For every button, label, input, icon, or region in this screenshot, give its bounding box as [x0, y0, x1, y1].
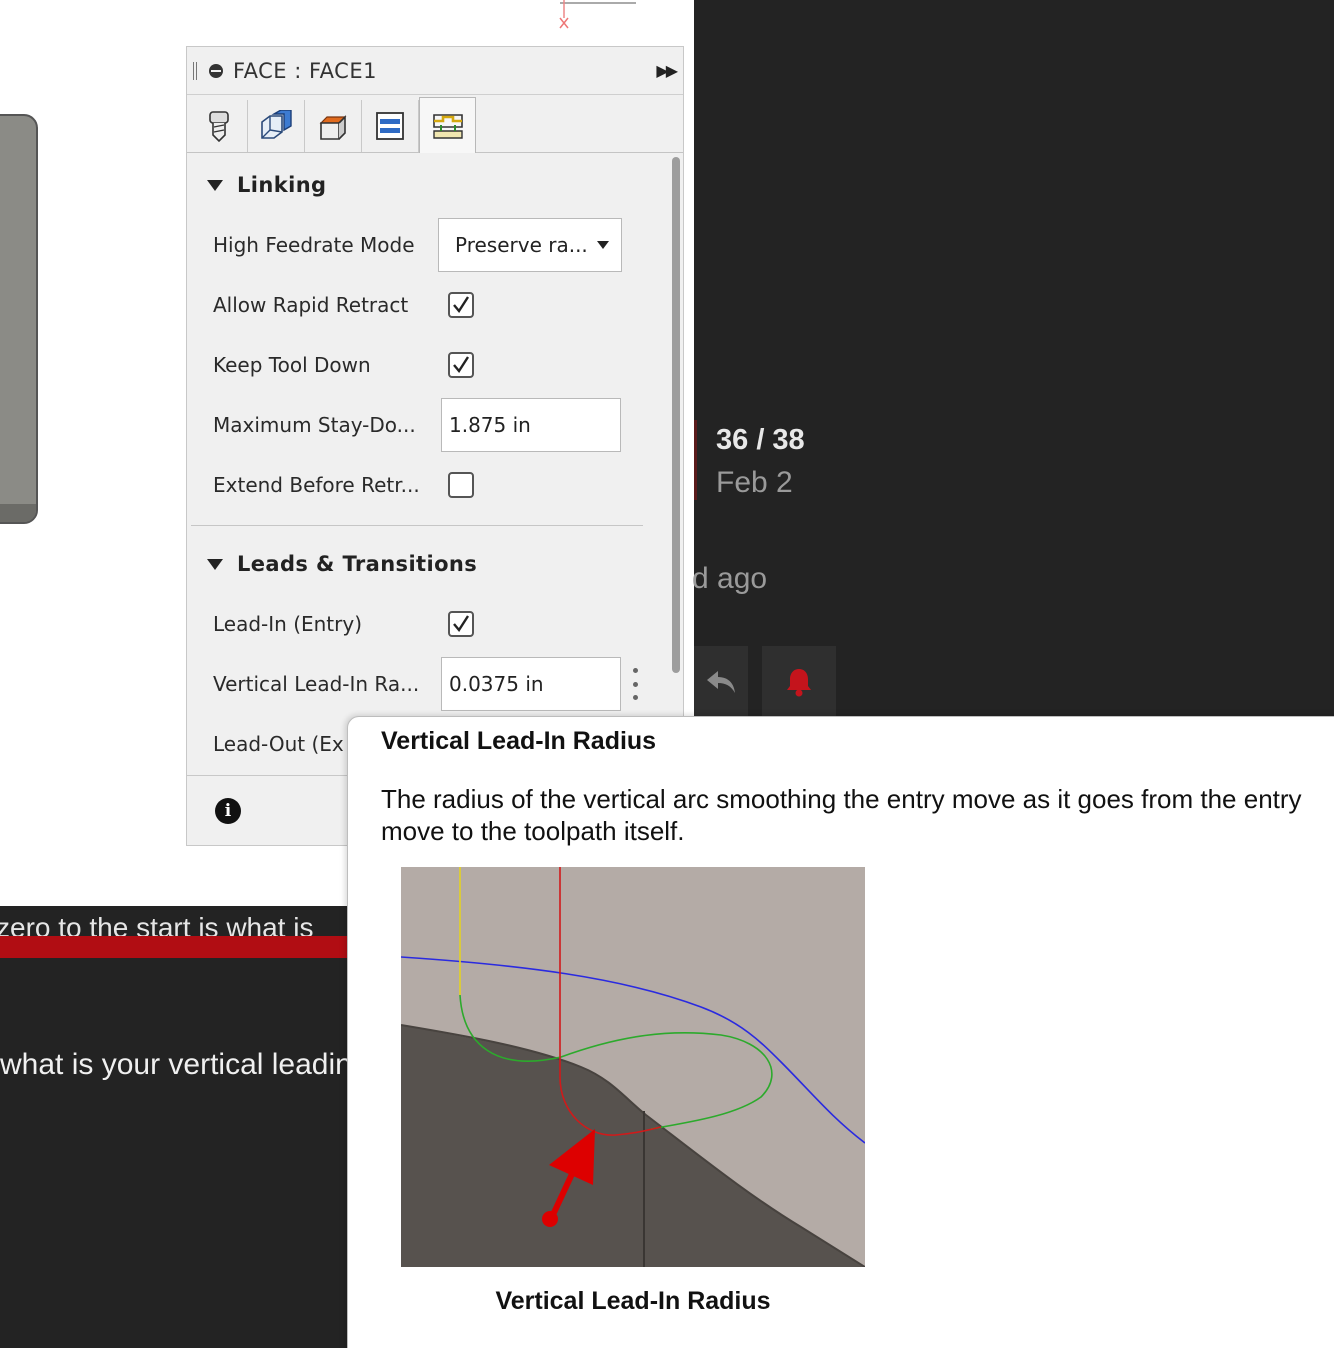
- section-divider: [191, 525, 643, 526]
- field-label: Maximum Stay-Do...: [213, 413, 416, 437]
- bell-icon: [787, 669, 811, 697]
- section-title: Linking: [237, 173, 327, 197]
- field-label: High Feedrate Mode: [213, 233, 415, 257]
- timeline-line: [694, 420, 697, 500]
- passes-icon: [376, 112, 404, 140]
- vertical-lead-in-radius-input[interactable]: 0.0375 in: [441, 657, 621, 711]
- keep-tool-down-checkbox[interactable]: [448, 352, 474, 378]
- dialog-scrollbar[interactable]: [669, 155, 683, 775]
- row-keep-tool-down: Keep Tool Down: [187, 335, 669, 395]
- maximum-stay-down-input[interactable]: 1.875 in: [441, 398, 621, 452]
- select-value: Preserve ra...: [455, 233, 588, 257]
- forum-post-content: zero to the start is what is what is you…: [0, 906, 360, 1348]
- tab-geometry[interactable]: [248, 100, 305, 152]
- expand-icon[interactable]: ▶▶: [656, 61, 678, 80]
- tooltip-description: The radius of the vertical arc smoothing…: [381, 784, 1302, 846]
- field-label: Vertical Lead-In Ra...: [213, 672, 420, 696]
- tooltip-caption: Vertical Lead-In Radius: [495, 1287, 771, 1315]
- dialog-tabs: [187, 95, 683, 153]
- section-leads-header[interactable]: Leads & Transitions: [187, 534, 669, 594]
- tab-tool[interactable]: [191, 100, 248, 152]
- dialog-title: FACE : FACE1: [233, 58, 377, 83]
- field-label: Extend Before Retr...: [213, 473, 420, 497]
- section-linking-header[interactable]: Linking: [187, 155, 669, 215]
- collapse-triangle-icon: [207, 179, 223, 191]
- allow-rapid-retract-checkbox[interactable]: [448, 292, 474, 318]
- extend-before-retract-checkbox[interactable]: [448, 472, 474, 498]
- cad-part-model: [0, 114, 38, 524]
- reply-button[interactable]: [694, 646, 748, 718]
- highlight-bar: [0, 936, 360, 958]
- row-extend-before-retract: Extend Before Retr...: [187, 455, 669, 515]
- dialog-header[interactable]: FACE : FACE1 ▶▶: [187, 47, 683, 95]
- info-icon[interactable]: i: [215, 797, 241, 824]
- parameter-tooltip: Vertical Lead-In Radius The radius of th…: [347, 716, 1334, 1348]
- row-maximum-stay-down: Maximum Stay-Do... 1.875 in: [187, 395, 669, 455]
- row-allow-rapid-retract: Allow Rapid Retract: [187, 275, 669, 335]
- timeline-ago: d ago: [692, 562, 768, 595]
- field-label: Lead-In (Entry): [213, 612, 363, 636]
- lead-in-radius-illustration: [401, 867, 865, 1267]
- tab-heights[interactable]: [305, 100, 362, 152]
- post-text-line: what is your vertical leadin: [0, 1048, 352, 1081]
- high-feedrate-mode-select[interactable]: Preserve ra...: [438, 218, 622, 272]
- field-label: Allow Rapid Retract: [213, 293, 409, 317]
- checkmark-icon: [453, 615, 470, 633]
- linking-icon: [432, 113, 463, 139]
- dialog-scroll-area[interactable]: Linking High Feedrate Mode Preserve ra..…: [187, 155, 669, 775]
- checkmark-icon: [453, 296, 470, 314]
- tool-icon: [209, 111, 229, 143]
- field-label: Keep Tool Down: [213, 353, 371, 377]
- more-options-icon[interactable]: [633, 668, 639, 700]
- collapse-triangle-icon: [207, 558, 223, 570]
- drag-handle-icon[interactable]: [193, 61, 197, 80]
- notification-button[interactable]: [762, 646, 836, 718]
- tooltip-title: Vertical Lead-In Radius: [381, 727, 657, 755]
- row-lead-in: Lead-In (Entry): [187, 594, 669, 654]
- heights-icon: [319, 115, 347, 140]
- timeline-date: Feb 2: [716, 466, 793, 499]
- operation-icon: [209, 63, 223, 78]
- geometry-icon: [261, 110, 292, 139]
- lead-in-checkbox[interactable]: [448, 611, 474, 637]
- reply-icon: [707, 671, 735, 693]
- section-title: Leads & Transitions: [237, 552, 478, 576]
- forum-sidebar: [694, 0, 1334, 718]
- timeline-post-count[interactable]: 36 / 38: [716, 424, 805, 457]
- tooltip-illustration: [401, 867, 865, 1267]
- row-vertical-lead-in-radius: Vertical Lead-In Ra... 0.0375 in: [187, 654, 669, 714]
- tab-linking[interactable]: [419, 97, 476, 153]
- chevron-down-icon: [597, 241, 609, 249]
- tab-passes[interactable]: [362, 100, 419, 152]
- scrollbar-thumb[interactable]: [672, 157, 680, 673]
- checkmark-icon: [453, 356, 470, 374]
- axis-triad-icon: [559, 0, 636, 29]
- row-high-feedrate-mode: High Feedrate Mode Preserve ra...: [187, 215, 669, 275]
